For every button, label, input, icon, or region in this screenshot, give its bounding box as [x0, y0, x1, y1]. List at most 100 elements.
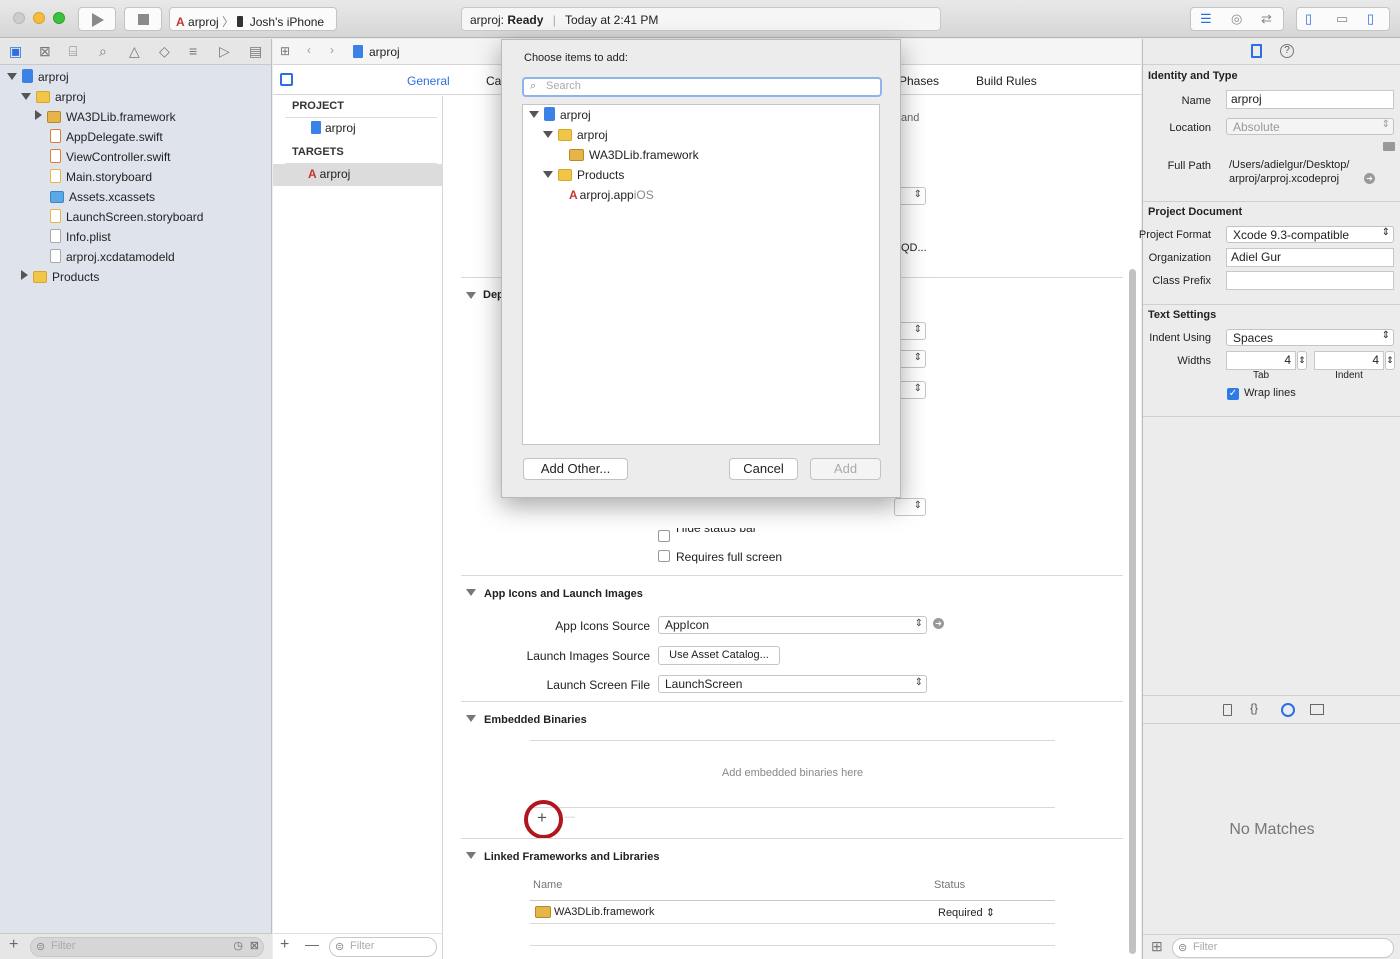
- breakpoint-icon[interactable]: ▷: [219, 43, 230, 60]
- hidden-popup[interactable]: [894, 498, 926, 516]
- version-editor-icon[interactable]: ⇄: [1261, 11, 1272, 27]
- add-icon[interactable]: +: [9, 936, 18, 954]
- report-icon[interactable]: ▤: [249, 43, 262, 60]
- tree-item[interactable]: Products: [543, 165, 624, 185]
- target-item[interactable]: Aarproj: [273, 164, 443, 186]
- file-inspector-icon[interactable]: [1251, 44, 1262, 58]
- list-item[interactable]: Products: [21, 267, 99, 287]
- disclosure-open-icon[interactable]: [529, 111, 539, 118]
- indent-width-stepper[interactable]: ⇕: [1385, 351, 1395, 370]
- tree-item[interactable]: Aarproj.appiOS: [569, 185, 654, 205]
- hide-targets-icon[interactable]: [280, 73, 293, 86]
- list-item[interactable]: ViewController.swift: [50, 147, 170, 167]
- class-prefix-field[interactable]: [1226, 271, 1394, 290]
- list-item[interactable]: arproj: [21, 87, 86, 107]
- media-library-icon[interactable]: [1310, 704, 1324, 715]
- list-item[interactable]: Main.storyboard: [50, 167, 152, 187]
- tree-item[interactable]: arproj: [543, 125, 608, 145]
- reveal-in-finder-icon[interactable]: ➜: [1364, 173, 1375, 184]
- indent-using-popup[interactable]: Spaces: [1226, 329, 1394, 346]
- tree-item[interactable]: WA3DLib.framework: [569, 145, 699, 165]
- utilities-toggle-icon[interactable]: ▯: [1367, 11, 1374, 27]
- scheme-selector[interactable]: A arproj 〉 Josh's iPhone: [169, 7, 337, 31]
- code-snippet-icon[interactable]: {}: [1250, 701, 1258, 715]
- related-items-icon[interactable]: ⊞: [280, 44, 290, 58]
- tab-build-phases[interactable]: Phases: [899, 74, 939, 88]
- add-embedded-binary-button[interactable]: +: [537, 808, 547, 828]
- list-item[interactable]: AppDelegate.swift: [50, 127, 163, 147]
- name-column-header[interactable]: Name: [533, 879, 562, 891]
- table-row[interactable]: WA3DLib.framework Required ⇕: [530, 901, 1055, 923]
- navigator-filter-field[interactable]: ⊜ Filter ◷ ⊠: [30, 937, 264, 957]
- tab-general[interactable]: General: [407, 74, 450, 88]
- add-other-button[interactable]: Add Other...: [523, 458, 628, 480]
- requires-full-screen-checkbox[interactable]: [658, 550, 670, 562]
- disclosure-open-icon[interactable]: [7, 73, 17, 80]
- assistant-editor-icon[interactable]: ◎: [1231, 11, 1242, 27]
- recent-files-icon[interactable]: ◷: [233, 939, 243, 952]
- project-item[interactable]: arproj: [311, 121, 356, 135]
- debug-icon[interactable]: ≡: [189, 43, 197, 59]
- tab-build-rules[interactable]: Build Rules: [976, 74, 1037, 88]
- symbol-icon[interactable]: ⌸: [69, 43, 77, 60]
- project-format-popup[interactable]: Xcode 9.3-compatible: [1226, 226, 1394, 243]
- folder-icon[interactable]: [1383, 142, 1395, 151]
- wrap-lines-checkbox[interactable]: ✓: [1227, 388, 1239, 400]
- tab-width-field[interactable]: 4: [1226, 351, 1296, 370]
- launch-screen-file-combo[interactable]: LaunchScreen: [658, 675, 927, 693]
- list-item[interactable]: Info.plist: [50, 227, 111, 247]
- editor-scrollbar[interactable]: [1129, 269, 1136, 954]
- indent-width-field[interactable]: 4: [1314, 351, 1384, 370]
- run-button[interactable]: [78, 7, 116, 31]
- tab-capabilities[interactable]: Ca: [486, 74, 501, 88]
- quick-help-icon[interactable]: ?: [1280, 44, 1294, 58]
- list-item[interactable]: arproj.xcdatamodeld: [50, 247, 175, 267]
- breadcrumb[interactable]: arproj: [369, 45, 400, 59]
- linked-frameworks-section-header[interactable]: Linked Frameworks and Libraries: [466, 851, 659, 863]
- debug-area-toggle-icon[interactable]: ▭: [1336, 11, 1348, 27]
- use-asset-catalog-button[interactable]: Use Asset Catalog...: [658, 646, 780, 665]
- library-filter-field[interactable]: ⊜ Filter: [1172, 938, 1394, 958]
- object-library-icon[interactable]: [1281, 703, 1295, 717]
- disclosure-open-icon[interactable]: [543, 171, 553, 178]
- minimize-window-button[interactable]: [33, 12, 45, 24]
- stop-button[interactable]: [124, 7, 162, 31]
- remove-embedded-binary-button[interactable]: —: [564, 811, 575, 823]
- source-control-icon[interactable]: ⊠: [39, 43, 51, 60]
- status-column-header[interactable]: Status: [934, 879, 965, 891]
- list-item[interactable]: arproj: [7, 67, 69, 87]
- embedded-binaries-section-header[interactable]: Embedded Binaries: [466, 714, 587, 726]
- list-item[interactable]: LaunchScreen.storyboard: [50, 207, 203, 227]
- navigator-toggle-icon[interactable]: ▯: [1305, 11, 1312, 27]
- source-control-filter-icon[interactable]: ⊠: [250, 939, 259, 952]
- disclosure-closed-icon[interactable]: [21, 270, 28, 280]
- search-icon[interactable]: ⌕: [99, 43, 107, 60]
- cancel-button[interactable]: Cancel: [729, 458, 798, 480]
- status-popup[interactable]: Required ⇕: [938, 906, 995, 919]
- test-icon[interactable]: ◇: [159, 43, 170, 60]
- app-icons-section-header[interactable]: App Icons and Launch Images: [466, 588, 643, 600]
- tree-item[interactable]: arproj: [529, 105, 591, 125]
- deployment-section-toggle-icon[interactable]: [466, 292, 476, 299]
- grid-view-icon[interactable]: ⊞: [1151, 938, 1163, 955]
- forward-icon[interactable]: ›: [330, 43, 334, 57]
- disclosure-open-icon[interactable]: [543, 131, 553, 138]
- targets-filter-field[interactable]: ⊜ Filter: [329, 937, 437, 957]
- add-button[interactable]: Add: [810, 458, 881, 480]
- standard-editor-icon[interactable]: ☰: [1200, 11, 1212, 27]
- name-field[interactable]: arproj: [1226, 90, 1394, 109]
- go-to-arrow-icon[interactable]: ➜: [933, 618, 944, 629]
- hide-status-bar-checkbox[interactable]: [658, 530, 670, 542]
- zoom-window-button[interactable]: [53, 12, 65, 24]
- file-template-icon[interactable]: [1223, 704, 1232, 716]
- disclosure-open-icon[interactable]: [21, 93, 31, 100]
- back-icon[interactable]: ‹: [307, 43, 311, 57]
- warning-icon[interactable]: △: [129, 43, 140, 60]
- list-item[interactable]: WA3DLib.framework: [35, 107, 176, 127]
- add-target-icon[interactable]: +: [280, 936, 289, 954]
- close-window-button[interactable]: [13, 12, 25, 24]
- app-icons-source-popup[interactable]: AppIcon: [658, 616, 927, 634]
- list-item[interactable]: Assets.xcassets: [50, 187, 155, 207]
- remove-target-icon[interactable]: —: [305, 936, 319, 952]
- organization-field[interactable]: Adiel Gur: [1226, 248, 1394, 267]
